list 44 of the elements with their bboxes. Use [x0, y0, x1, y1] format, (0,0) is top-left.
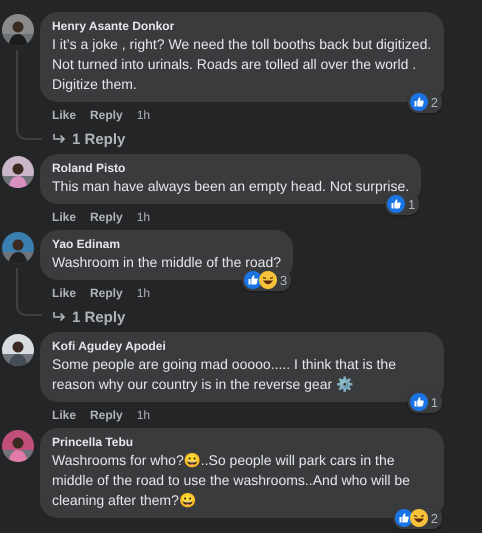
thumbs-up-icon	[394, 509, 413, 527]
comment-time: 1h	[136, 286, 150, 300]
reaction-count: 3	[280, 272, 288, 288]
laughing-emoji-icon	[258, 271, 277, 289]
comment-time: 1h	[136, 108, 150, 122]
thumbs-up-icon	[244, 271, 262, 289]
like-link[interactable]: Like	[52, 286, 76, 300]
commenter-name[interactable]: Kofi Agudey Apodei	[52, 339, 432, 354]
comment-text: Washroom in the middle of the road?	[52, 253, 282, 272]
comment-text: This man have always been an empty head. Not surprise.	[52, 177, 410, 196]
reaction-count: 1	[430, 394, 438, 410]
reaction-count: 2	[430, 94, 438, 110]
reaction-badge[interactable]: 3	[242, 269, 292, 291]
reply-link[interactable]: Reply	[90, 408, 123, 422]
comment-time: 1h	[136, 210, 150, 224]
view-replies-link[interactable]: 1 Reply	[72, 308, 126, 326]
reply-link[interactable]: Reply	[90, 108, 123, 122]
comment-text: Washrooms for who?😀..So people will park cars in the middle of the road to use the washrooms..And who will be cleaning after them?😀	[52, 451, 411, 510]
commenter-name[interactable]: Princella Tebu	[52, 435, 432, 450]
thumbs-up-icon	[410, 93, 428, 111]
laughing-emoji-icon	[410, 509, 428, 527]
comment-text: I it’s a joke , right? We need the toll booths back but digitized. Not turned into urinals. Roads are tolled all over the world . Digitize them.	[52, 35, 432, 94]
thread-line	[16, 268, 42, 316]
reaction-badge[interactable]: 2	[408, 91, 442, 113]
reaction-badge[interactable]: 2	[392, 507, 442, 529]
reply-arrow-icon	[52, 133, 66, 145]
reaction-badge[interactable]: 1	[408, 391, 442, 413]
reply-link[interactable]: Reply	[90, 286, 123, 300]
commenter-name[interactable]: Henry Asante Donkor	[52, 19, 432, 34]
commenter-name[interactable]: Roland Pisto	[52, 161, 410, 176]
reaction-count: 2	[430, 510, 438, 526]
comment-time: 1h	[136, 408, 150, 422]
reply-arrow-icon	[52, 311, 66, 323]
like-link[interactable]: Like	[52, 408, 76, 422]
reaction-count: 1	[408, 196, 416, 212]
commenter-name[interactable]: Yao Edinam	[52, 237, 282, 252]
like-link[interactable]: Like	[52, 210, 76, 224]
thumbs-up-icon	[410, 393, 428, 411]
thumbs-up-icon	[386, 195, 405, 213]
reply-link[interactable]: Reply	[90, 210, 123, 224]
like-link[interactable]: Like	[52, 108, 76, 122]
view-replies-link[interactable]: 1 Reply	[72, 130, 126, 148]
reaction-badge[interactable]: 1	[384, 193, 420, 215]
comment-text: Some people are going mad ooooo..... I think that is the reason why our country is in the reverse gear ⚙	[52, 355, 397, 394]
